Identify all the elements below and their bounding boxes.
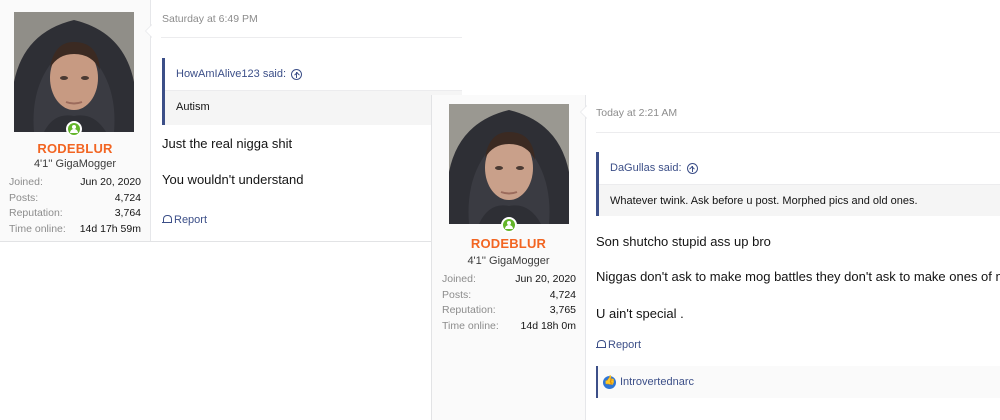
message-post: RODEBLUR 4'1'' GigaMogger Joined: Jun 20,… [0, 0, 462, 242]
divider [161, 37, 462, 38]
quote-author-link[interactable]: DaGullas said: [610, 162, 682, 174]
reactions-bar: Introvertednarc [596, 366, 1000, 398]
user-title: 4'1'' GigaMogger [467, 255, 550, 267]
stat-reputation: Reputation: 3,765 [442, 304, 576, 316]
bell-icon [162, 215, 172, 225]
stat-time-online: Time online: 14d 18h 0m [442, 319, 576, 332]
report-button[interactable]: Report [162, 214, 207, 226]
stat-joined: Joined: Jun 20, 2020 [442, 273, 576, 285]
message-line: You wouldn't understand [162, 172, 304, 187]
like-icon [603, 375, 616, 389]
quote-text: Autism [176, 101, 210, 113]
online-status-icon [66, 121, 82, 137]
message-line: U ain't special . [596, 306, 684, 321]
stat-time-online: Time online: 14d 17h 59m [9, 222, 141, 235]
stat-posts: Posts: 4,724 [9, 191, 141, 204]
arrow-up-circle-icon[interactable] [291, 69, 303, 80]
quote-header: HowAmIAlive123 said: [165, 58, 462, 91]
stat-joined: Joined: Jun 20, 2020 [9, 176, 141, 188]
report-label: Report [608, 339, 642, 351]
message-post: RODEBLUR 4'1'' GigaMogger Joined: Jun 20,… [431, 95, 1000, 420]
avatar[interactable] [449, 104, 569, 224]
quote-text: Whatever twink. Ask before u post. Morph… [610, 195, 918, 207]
post-timestamp[interactable]: Today at 2:21 AM [596, 107, 677, 119]
arrow-up-circle-icon[interactable] [686, 163, 698, 174]
user-stats: Joined: Jun 20, 2020 Posts: 4,724 Reputati… [442, 272, 576, 334]
report-label: Report [174, 214, 208, 226]
username[interactable]: RODEBLUR [432, 236, 585, 251]
user-stats: Joined: Jun 20, 2020 Posts: 4,724 Reputati… [9, 175, 141, 237]
stat-reputation: Reputation: 3,764 [9, 207, 141, 219]
bell-icon [596, 340, 606, 350]
post-timestamp[interactable]: Saturday at 6:49 PM [162, 13, 258, 25]
avatar[interactable] [14, 12, 134, 132]
message-user-panel: RODEBLUR 4'1'' GigaMogger Joined: Jun 20,… [0, 0, 151, 241]
reaction-user-link[interactable]: Introvertednarc [620, 376, 694, 388]
quote-author-link[interactable]: HowAmIAlive123 said: [176, 68, 286, 80]
message-content: Saturday at 6:49 PM HowAmIAlive123 said:… [151, 0, 462, 241]
message-line: Niggas don't ask to make mog battles the… [596, 269, 1000, 284]
message-line: Son shutcho stupid ass up bro [596, 234, 771, 249]
username[interactable]: RODEBLUR [0, 141, 150, 156]
message-line: Just the real nigga shit [162, 136, 293, 151]
user-title: 4'1'' GigaMogger [33, 158, 117, 170]
online-status-icon [501, 217, 517, 233]
message-content: Today at 2:21 AM DaGullas said: Whatever… [586, 95, 1000, 420]
message-user-panel: RODEBLUR 4'1'' GigaMogger Joined: Jun 20,… [432, 95, 586, 420]
quote-block: HowAmIAlive123 said: Autism [162, 58, 462, 125]
quote-block: DaGullas said: Whatever twink. Ask befor… [596, 152, 1000, 216]
divider [596, 132, 1000, 133]
quote-header: DaGullas said: [599, 152, 1000, 185]
stat-posts: Posts: 4,724 [442, 288, 576, 301]
report-button[interactable]: Report [596, 339, 641, 351]
